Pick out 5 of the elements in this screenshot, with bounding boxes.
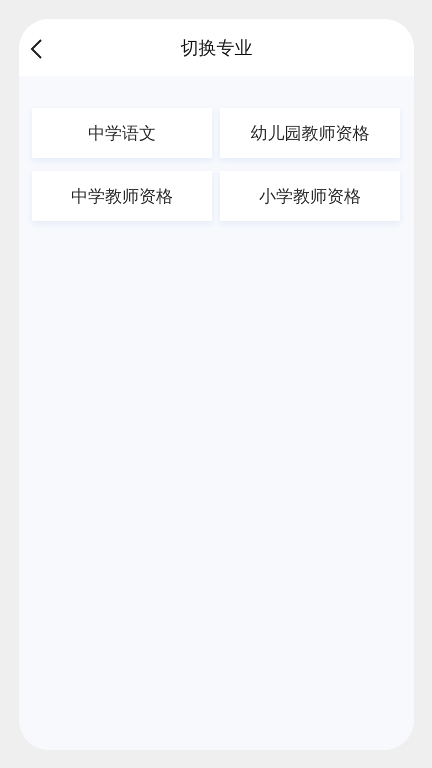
page-title: 切换专业 bbox=[180, 36, 252, 60]
major-option[interactable]: 中学教师资格 bbox=[32, 171, 212, 221]
major-option[interactable]: 幼儿园教师资格 bbox=[220, 108, 400, 158]
major-option[interactable]: 小学教师资格 bbox=[220, 171, 400, 221]
major-option[interactable]: 中学语文 bbox=[32, 108, 212, 158]
